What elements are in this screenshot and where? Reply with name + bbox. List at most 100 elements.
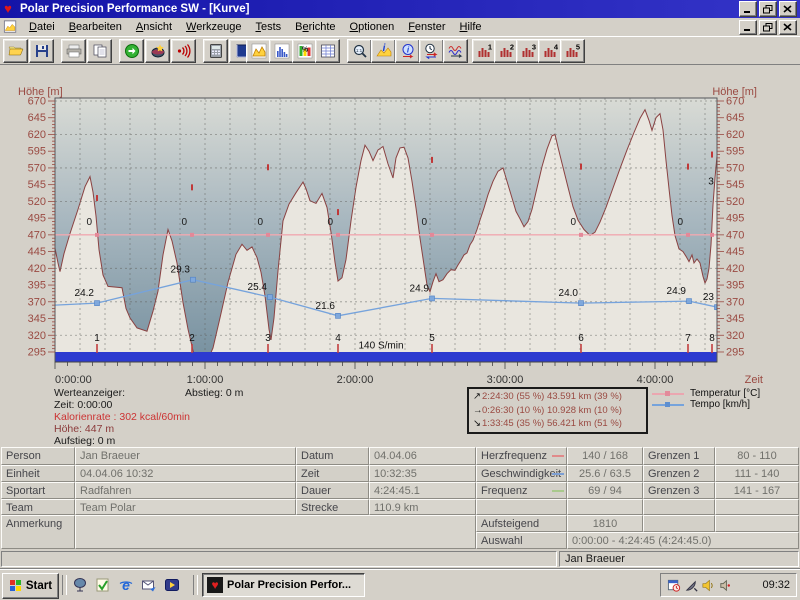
svg-text:2:00:00: 2:00:00 bbox=[337, 374, 374, 386]
tempo-marker bbox=[191, 277, 196, 282]
svg-text:620: 620 bbox=[726, 129, 744, 141]
chart-4-icon: 4 bbox=[543, 43, 559, 59]
tempo-value-label: 23 bbox=[703, 292, 715, 303]
menu-berichte[interactable]: Berichte bbox=[288, 19, 342, 35]
scheduler-tray-icon[interactable] bbox=[667, 578, 682, 593]
restore-button[interactable] bbox=[759, 1, 777, 17]
table-cell bbox=[643, 499, 715, 515]
media-quicklaunch-button[interactable] bbox=[163, 576, 181, 594]
volume2-tray-icon[interactable] bbox=[718, 578, 733, 593]
calculator-button[interactable] bbox=[203, 39, 228, 63]
distribution-button[interactable] bbox=[269, 39, 294, 63]
transfer-button[interactable] bbox=[119, 39, 144, 63]
window-title: Polar Precision Performance SW - [Kurve] bbox=[20, 3, 739, 15]
table-button[interactable] bbox=[315, 39, 340, 63]
curve-button[interactable] bbox=[246, 39, 271, 63]
close-button[interactable] bbox=[779, 1, 797, 17]
copy-button[interactable] bbox=[87, 39, 112, 63]
menu-werkzeuge[interactable]: Werkzeuge bbox=[179, 19, 248, 35]
open-button[interactable] bbox=[3, 39, 28, 63]
tray-clock[interactable]: 09:32 bbox=[762, 579, 790, 591]
svg-text:520: 520 bbox=[28, 196, 46, 208]
start-button[interactable]: Start bbox=[2, 573, 59, 599]
kurve-document-icon[interactable] bbox=[3, 20, 18, 34]
trend-arrow-icon: → bbox=[473, 404, 482, 418]
table-cell bbox=[567, 499, 643, 515]
lap-mark bbox=[431, 157, 433, 163]
menu-fenster[interactable]: Fenster bbox=[401, 19, 452, 35]
taskbar-polar-button[interactable]: ♥ Polar Precision Perfor... bbox=[202, 573, 365, 597]
selection-text: 0:26:30 (10 %) 10.928 km (10 %) bbox=[482, 404, 622, 418]
dish-quicklaunch-button[interactable] bbox=[71, 576, 89, 594]
lap-mark bbox=[337, 209, 339, 215]
temperature-value-label: 0 bbox=[257, 217, 263, 228]
value-kalorienrate: Kalorienrate : 302 kcal/60min bbox=[54, 411, 190, 423]
tempo-value-label: 21.6 bbox=[316, 301, 336, 312]
menu-datei[interactable]: Datei bbox=[22, 19, 62, 35]
svg-text:i: i bbox=[382, 43, 385, 54]
minimize-button[interactable] bbox=[739, 20, 757, 35]
svg-text:295: 295 bbox=[28, 346, 46, 358]
minimize-button[interactable] bbox=[739, 1, 757, 17]
percent-icon: % bbox=[297, 43, 313, 59]
aufsteigend-value: 1810 bbox=[567, 515, 643, 532]
curve-icon bbox=[251, 43, 267, 59]
table-icon bbox=[320, 43, 336, 59]
zoom-button[interactable]: 1:1 bbox=[347, 39, 372, 63]
temperature-marker bbox=[336, 233, 340, 237]
legend-label: Temperatur [°C] bbox=[690, 388, 760, 399]
svg-text:320: 320 bbox=[726, 330, 744, 342]
titlebar[interactable]: ♥ Polar Precision Performance SW - [Kurv… bbox=[0, 0, 800, 18]
selection-text: 1:33:45 (35 %) 56.421 km (51 %) bbox=[482, 417, 622, 431]
close-button[interactable] bbox=[779, 20, 797, 35]
row-label: Grenzen 2 bbox=[643, 465, 715, 482]
curve-info-button[interactable]: i bbox=[371, 39, 396, 63]
menu-bearbeiten[interactable]: Bearbeiten bbox=[62, 19, 129, 35]
menu-hilfe[interactable]: Hilfe bbox=[453, 19, 489, 35]
tempo-marker bbox=[430, 296, 435, 301]
task-button-label: Polar Precision Perfor... bbox=[227, 579, 351, 591]
save-button[interactable] bbox=[29, 39, 54, 63]
svg-text:545: 545 bbox=[726, 179, 744, 191]
infrared-icon bbox=[176, 43, 192, 59]
device-button[interactable] bbox=[145, 39, 170, 63]
tempo-value-label: 24.0 bbox=[559, 288, 579, 299]
lap-tick bbox=[191, 344, 193, 353]
infrared-button[interactable] bbox=[171, 39, 196, 63]
menu-ansicht[interactable]: Ansicht bbox=[129, 19, 179, 35]
row-label: Herzfrequenz bbox=[476, 447, 567, 465]
save-icon bbox=[34, 43, 50, 59]
print-button[interactable] bbox=[61, 39, 86, 63]
tempo-value-label: 25.4 bbox=[248, 282, 268, 293]
lap-number: 7 bbox=[685, 333, 691, 344]
time-distance-button[interactable] bbox=[419, 39, 444, 63]
mail-quicklaunch-button[interactable] bbox=[140, 576, 158, 594]
svg-text:3: 3 bbox=[531, 43, 535, 52]
svg-text:e: e bbox=[122, 577, 130, 593]
lap-number: 5 bbox=[429, 333, 435, 344]
temperature-value-label: 0 bbox=[421, 217, 427, 228]
compare-curves-button[interactable] bbox=[443, 39, 468, 63]
tempo-value-label: 24.2 bbox=[75, 288, 95, 299]
volume-tray-icon[interactable] bbox=[701, 578, 716, 593]
temperature-marker bbox=[95, 233, 99, 237]
tempo-marker bbox=[336, 313, 341, 318]
value-display-title: Werteanzeiger: bbox=[54, 387, 125, 399]
restore-button[interactable] bbox=[759, 20, 777, 35]
menu-optionen[interactable]: Optionen bbox=[343, 19, 402, 35]
chart-5-button[interactable]: 5 bbox=[560, 39, 585, 63]
row-label: Grenzen 3 bbox=[643, 482, 715, 499]
anmerkung-label: Anmerkung bbox=[1, 515, 75, 549]
altitude-chart[interactable]: 000000024.229.325.421.624.924.024.923123… bbox=[0, 78, 800, 390]
ie-quicklaunch-button[interactable]: e bbox=[117, 576, 135, 594]
menu-tests[interactable]: Tests bbox=[248, 19, 288, 35]
lap-tick bbox=[337, 344, 339, 353]
row-value: 80 - 110 bbox=[715, 447, 799, 465]
antenna-tray-icon[interactable] bbox=[684, 578, 699, 593]
exercise-info-button[interactable]: i bbox=[395, 39, 420, 63]
task-check-quicklaunch-button[interactable] bbox=[94, 576, 112, 594]
svg-text:470: 470 bbox=[28, 229, 46, 241]
time-distance-icon bbox=[424, 43, 440, 59]
chart-1-icon: 1 bbox=[477, 43, 493, 59]
percent-button[interactable]: % bbox=[292, 39, 317, 63]
